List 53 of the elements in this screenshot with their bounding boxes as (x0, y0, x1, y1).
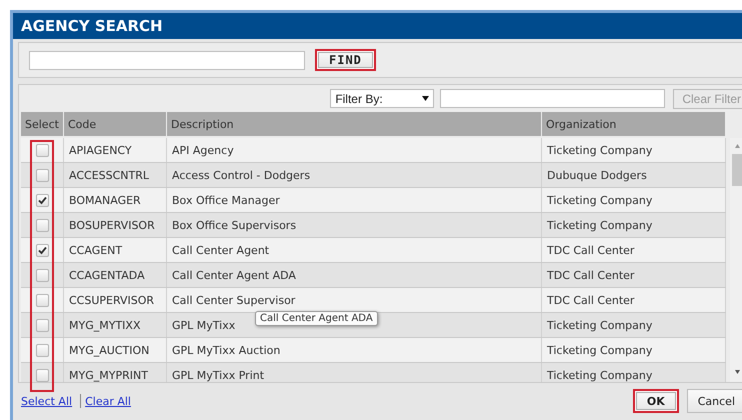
checkbox[interactable] (36, 294, 48, 306)
organization-cell: TDC Call Center (542, 288, 726, 312)
checkbox[interactable] (36, 318, 48, 332)
description-cell: GPL MyTixx Print (167, 363, 542, 382)
caret-icon (422, 96, 430, 101)
code-cell: CCSUPERVISOR (64, 288, 167, 312)
organization-cell: Ticketing Company (542, 338, 726, 362)
organization-cell: Ticketing Company (542, 213, 726, 237)
column-header: Organization (542, 112, 726, 136)
checkbox[interactable] (36, 218, 48, 232)
code-cell: BOMANAGER (64, 188, 167, 212)
organization-cell: TDC Call Center (542, 238, 726, 262)
find-button[interactable]: FIND (315, 49, 376, 71)
description-cell: GPL MyTixx Auction (167, 338, 542, 362)
column-header: Select (21, 112, 64, 136)
checkbox[interactable] (36, 344, 48, 356)
column-header: Description (167, 112, 542, 136)
organization-cell: Ticketing Company (542, 138, 726, 162)
filter-field[interactable] (440, 89, 666, 108)
footer-link[interactable]: Select All (21, 394, 72, 408)
code-cell: CCAGENT (64, 238, 167, 262)
description-cell: Access Control - Dodgers (167, 163, 542, 187)
code-cell: MYG_AUCTION (64, 338, 167, 362)
code-cell: MYG_MYPRINT (64, 363, 167, 382)
description-cell: Call Center Agent (167, 238, 542, 262)
code-cell: APIAGENCY (64, 138, 167, 162)
description-cell: Box Office Supervisors (167, 213, 542, 237)
organization-cell: Ticketing Company (542, 363, 726, 382)
code-cell: BOSUPERVISOR (64, 213, 167, 237)
column-header: Code (64, 112, 167, 136)
organization-cell: Ticketing Company (542, 188, 726, 212)
tooltip: Call Center Agent ADA (255, 311, 378, 326)
filter-dropdown[interactable]: Filter By: (330, 89, 434, 108)
dialog-title: AGENCY SEARCH (13, 13, 742, 39)
checkbox[interactable] (36, 268, 48, 282)
organization-cell: TDC Call Center (542, 263, 726, 287)
cancel-button[interactable]: Cancel (686, 389, 742, 413)
code-cell: MYG_MYTIXX (64, 313, 167, 337)
checkbox[interactable] (36, 244, 48, 256)
ok-button[interactable]: OK (632, 389, 679, 413)
code-cell: ACCESSCNTRL (64, 163, 167, 187)
checkbox[interactable] (36, 194, 48, 206)
checkbox[interactable] (36, 168, 48, 182)
organization-cell: Ticketing Company (542, 313, 726, 337)
footer-link[interactable]: Clear All (85, 394, 131, 408)
checkbox[interactable] (36, 368, 48, 382)
description-cell: API Agency (167, 138, 542, 162)
description-cell: Box Office Manager (167, 188, 542, 212)
checkbox[interactable] (36, 144, 48, 156)
organization-cell: Dubuque Dodgers (542, 163, 726, 187)
code-cell: CCAGENTADA (64, 263, 167, 287)
description-cell: Call Center Agent ADA (167, 263, 542, 287)
search-field[interactable] (29, 50, 305, 70)
